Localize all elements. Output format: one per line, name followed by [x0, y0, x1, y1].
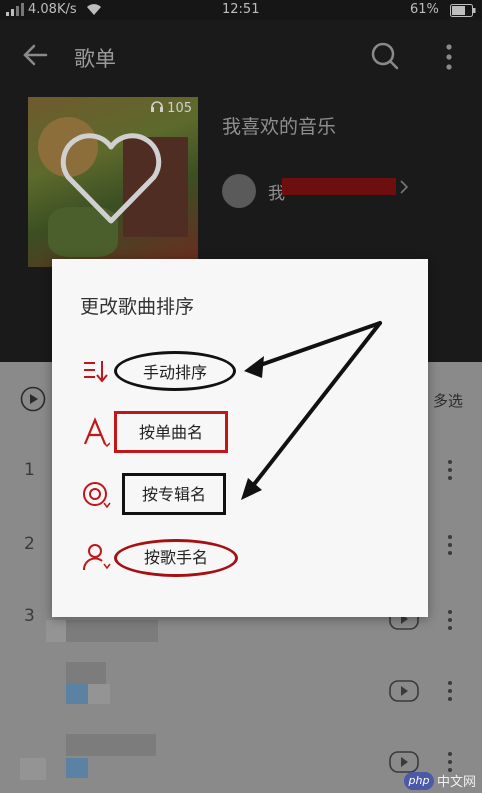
- row-index: 2: [24, 534, 35, 554]
- heart-icon: [56, 129, 166, 233]
- redaction-bar: [282, 178, 396, 195]
- sort-option-song-name[interactable]: 按单曲名: [114, 411, 228, 453]
- sort-option-singer-name[interactable]: 按歌手名: [114, 539, 238, 577]
- blurred-song-title: [66, 662, 106, 684]
- blurred-song-title: [88, 684, 110, 704]
- dialog-title: 更改歌曲排序: [80, 296, 195, 318]
- back-arrow-icon[interactable]: [20, 40, 50, 74]
- battery-percent: 61%: [410, 2, 439, 17]
- network-speed: 4.08K/s: [28, 2, 77, 17]
- album-icon: [82, 481, 112, 515]
- multiselect-button[interactable]: 多选: [433, 390, 463, 411]
- blurred-song-title: [66, 620, 158, 642]
- more-vertical-icon[interactable]: [444, 42, 454, 76]
- watermark-logo: php: [404, 771, 434, 790]
- watermark: php 中文网: [404, 771, 476, 790]
- blurred-song-thumb: [66, 684, 88, 704]
- more-vertical-icon[interactable]: [446, 609, 454, 635]
- sort-option-album-name[interactable]: 按专辑名: [122, 473, 226, 515]
- chevron-right-icon: [400, 180, 409, 198]
- play-count-value: 105: [167, 101, 192, 116]
- signal-icon: [6, 3, 24, 20]
- page-title: 歌单: [74, 47, 116, 71]
- letter-a-icon: [82, 417, 111, 451]
- watermark-text: 中文网: [437, 775, 477, 790]
- blurred-song-title: [20, 758, 46, 780]
- play-count: 105: [151, 101, 192, 116]
- blurred-song-title: [46, 620, 66, 642]
- search-icon[interactable]: [370, 41, 400, 75]
- row-index: 1: [24, 460, 35, 480]
- status-bar: 4.08K/s 12:51 61%: [0, 0, 482, 20]
- more-vertical-icon[interactable]: [446, 459, 454, 485]
- play-all-icon[interactable]: [20, 386, 46, 416]
- manual-sort-icon: [82, 357, 110, 389]
- more-vertical-icon[interactable]: [446, 680, 454, 706]
- avatar[interactable]: [222, 174, 256, 208]
- wifi-icon: [86, 3, 102, 20]
- blurred-song-thumb: [66, 758, 88, 778]
- headphones-icon: [151, 101, 164, 112]
- clock: 12:51: [222, 2, 260, 17]
- row-index: 3: [24, 606, 35, 626]
- mv-play-icon[interactable]: [389, 680, 419, 706]
- sort-option-manual[interactable]: 手动排序: [114, 351, 236, 391]
- battery-icon: [450, 4, 476, 21]
- playlist-name: 我喜欢的音乐: [222, 116, 337, 138]
- sort-dialog: 更改歌曲排序 手动排序 按单曲名 按专辑名 按歌手名: [52, 259, 428, 617]
- blurred-song-title: [66, 734, 156, 756]
- more-vertical-icon[interactable]: [446, 534, 454, 560]
- singer-icon: [82, 542, 112, 576]
- playlist-cover[interactable]: 105: [28, 97, 198, 267]
